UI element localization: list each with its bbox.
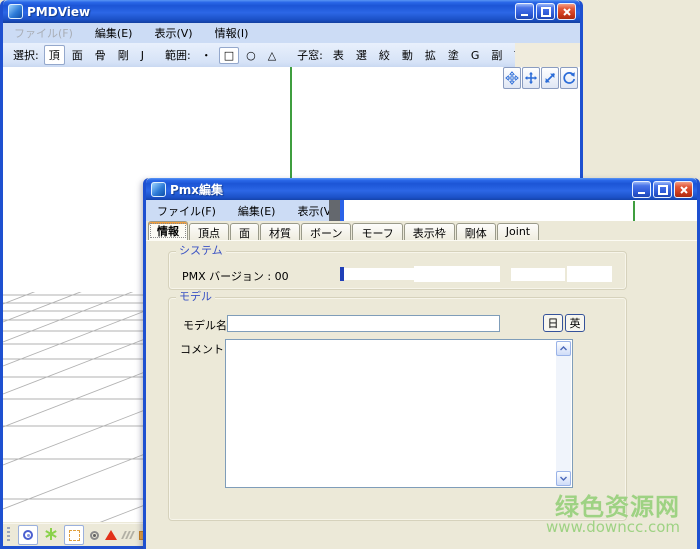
range-label: 範囲: <box>164 49 191 62</box>
select-face-button[interactable]: 面 <box>67 45 88 65</box>
tab-bone[interactable]: ボーン <box>301 223 352 240</box>
close-button[interactable] <box>674 181 693 198</box>
subwin-sen-button[interactable]: 選 <box>351 45 372 65</box>
menu-edit[interactable]: 編集(E) <box>84 25 144 41</box>
tab-info[interactable]: 情報 <box>148 221 188 240</box>
toolbar-grip[interactable] <box>7 527 10 543</box>
pan-arrows-icon[interactable] <box>503 67 521 89</box>
japanese-button[interactable]: 日 <box>543 314 563 332</box>
red-triangle-icon[interactable] <box>105 530 117 540</box>
select-label: 選択: <box>13 49 39 62</box>
italic-marks-icon <box>121 531 135 539</box>
tab-vertex[interactable]: 頂点 <box>189 223 229 240</box>
maximize-button[interactable] <box>653 181 672 198</box>
pmx-tabstrip: 情報 頂点 面 材質 ボーン モーフ 表示枠 剛体 Joint <box>148 221 540 240</box>
scroll-up-icon[interactable] <box>556 341 571 356</box>
model-group-label: モデル <box>176 291 215 303</box>
move-arrows-icon[interactable] <box>522 67 540 89</box>
floor-grid <box>3 292 163 522</box>
watermark-url: www.downcc.com <box>546 518 680 537</box>
system-group-label: システム <box>176 245 226 257</box>
encoding-field[interactable] <box>414 266 500 282</box>
select-vertex-button[interactable]: 頂 <box>43 45 65 65</box>
scroll-down-icon[interactable] <box>556 471 571 486</box>
tab-displayframe[interactable]: 表示枠 <box>403 223 455 240</box>
pmx-menubar: ファイル(F) 編集(E) 表示(V) <box>146 200 697 221</box>
select-joint-button[interactable]: J <box>136 47 149 64</box>
green-star-icon[interactable] <box>44 527 58 544</box>
select-bone-button[interactable]: 骨 <box>90 45 111 65</box>
subwin-hyo-button[interactable]: 表 <box>328 45 349 65</box>
pmx-version-text: PMX バージョン : 00 <box>182 270 289 283</box>
version-field[interactable] <box>344 268 414 280</box>
menubar-artifact-green-line <box>633 201 635 221</box>
menu-info[interactable]: 情報(I) <box>204 25 260 41</box>
tab-rigidbody[interactable]: 剛体 <box>455 223 496 240</box>
range-triangle-button[interactable]: △ <box>263 47 281 64</box>
circle-select-button[interactable] <box>18 525 38 545</box>
close-button[interactable] <box>557 3 576 20</box>
select-rigid-button[interactable]: 剛 <box>113 45 134 65</box>
tab-material[interactable]: 材質 <box>260 223 300 240</box>
range-circle-button[interactable]: ○ <box>241 47 261 64</box>
pmx-app-icon <box>151 182 166 197</box>
minimize-button[interactable] <box>632 181 651 198</box>
comment-textarea[interactable] <box>225 339 573 488</box>
menu-file[interactable]: ファイル(F) <box>3 25 84 41</box>
uv-field[interactable] <box>511 268 565 281</box>
comment-scrollbar[interactable] <box>556 341 571 486</box>
subwin-fuku-button[interactable]: 副 <box>486 45 507 65</box>
tab-morph[interactable]: モーフ <box>352 223 403 240</box>
toolbar-gap <box>515 43 580 67</box>
menubar-artifact <box>340 200 344 221</box>
pmdview-titlebar[interactable]: PMDView <box>3 0 580 23</box>
subwindow-label: 子窓: <box>297 49 323 62</box>
scale-arrow-icon[interactable] <box>541 67 559 89</box>
subwin-nuri-button[interactable]: 塗 <box>443 45 464 65</box>
tab-joint[interactable]: Joint <box>496 223 540 240</box>
menu-view[interactable]: 表示(V) <box>143 25 203 41</box>
subwin-kaku-button[interactable]: 拡 <box>420 45 441 65</box>
maximize-button[interactable] <box>536 3 555 20</box>
pmdview-toolbar: 選択: 頂 面 骨 剛 J 範囲: ・ □ ○ △ 子窓: 表 選 絞 動 拡 … <box>3 43 567 67</box>
range-rect-button[interactable]: □ <box>218 46 240 64</box>
model-name-input[interactable] <box>227 315 500 332</box>
dashed-square-button[interactable] <box>64 525 84 545</box>
gray-dot-icon[interactable] <box>90 530 99 540</box>
viewport-nav-toolbar <box>503 67 578 89</box>
tab-face[interactable]: 面 <box>230 223 259 240</box>
english-button[interactable]: 英 <box>565 314 585 332</box>
menu-edit[interactable]: 編集(E) <box>227 203 287 219</box>
comment-label: コメント <box>180 343 224 356</box>
screen: PMDView ファイル(F) 編集(E) 表示(V) 情報(I) 選択: 頂 … <box>0 0 700 549</box>
pmx-titlebar[interactable]: Pmx編集 <box>146 178 697 201</box>
model-name-label: モデル名 <box>183 319 227 332</box>
subwin-dou-button[interactable]: 動 <box>397 45 418 65</box>
menu-file[interactable]: ファイル(F) <box>146 203 227 219</box>
range-point-button[interactable]: ・ <box>196 45 217 65</box>
minimize-button[interactable] <box>515 3 534 20</box>
pmx-title: Pmx編集 <box>170 183 224 197</box>
pmdview-title: PMDView <box>27 4 91 19</box>
watermark: 绿色资源网 www.downcc.com <box>546 493 680 537</box>
subwin-shibo-button[interactable]: 絞 <box>374 45 395 65</box>
extra-field[interactable] <box>567 266 612 282</box>
pmdview-app-icon <box>8 4 23 19</box>
rotate-arrow-icon[interactable] <box>560 67 578 89</box>
menubar-artifact <box>329 200 340 221</box>
watermark-site-name: 绿色资源网 <box>555 493 680 521</box>
subwin-g-button[interactable]: G <box>466 47 485 64</box>
pmdview-menubar: ファイル(F) 編集(E) 表示(V) 情報(I) <box>3 23 580 43</box>
